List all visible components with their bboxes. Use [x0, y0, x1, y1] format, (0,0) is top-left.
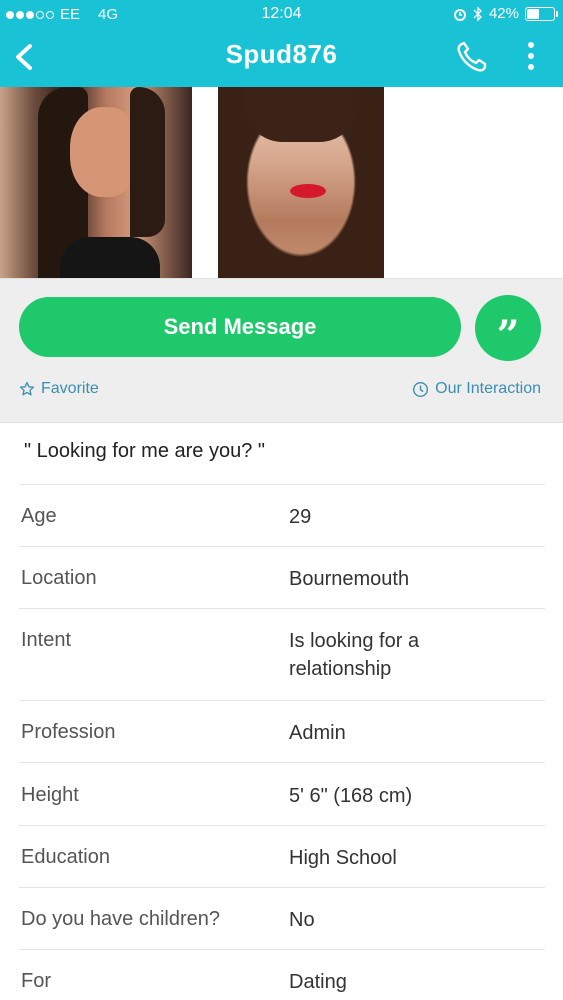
- action-panel: Send Message ” Favorite Our Interaction: [0, 279, 563, 423]
- quote-icon[interactable]: ”: [475, 295, 541, 361]
- row-value-education: High School: [289, 847, 397, 869]
- alarm-icon: [453, 8, 466, 21]
- photo-strip: [0, 87, 563, 279]
- send-message-button[interactable]: Send Message: [19, 297, 461, 357]
- row-label-intent: Intent: [21, 629, 72, 651]
- profile-headline: " Looking for me are you? ": [24, 440, 265, 462]
- row-label-location: Location: [21, 567, 97, 589]
- our-interaction-label: Our Interaction: [435, 380, 541, 397]
- divider: [19, 700, 545, 701]
- our-interaction-link[interactable]: Our Interaction: [412, 380, 541, 398]
- star-icon: [19, 381, 35, 396]
- nav-bar: Spud876: [0, 30, 563, 87]
- row-value-location: Bournemouth: [289, 568, 410, 590]
- row-value-height: 5' 6" (168 cm): [289, 785, 413, 807]
- row-value-profession: Admin: [289, 722, 346, 744]
- row-value-intent: Is looking for a relationship: [289, 630, 420, 680]
- more-vertical-icon[interactable]: [520, 40, 542, 74]
- divider: [19, 608, 545, 609]
- bluetooth-icon: [473, 5, 482, 22]
- divider: [19, 887, 545, 888]
- history-icon: [413, 381, 429, 397]
- row-value-for: Dating: [289, 971, 347, 993]
- row-label-children: Do you have children?: [21, 908, 221, 930]
- row-label-height: Height: [21, 784, 79, 806]
- row-label-age: Age: [21, 505, 57, 527]
- battery-icon: [525, 6, 558, 21]
- divider: [19, 825, 545, 826]
- row-value-children: No: [289, 909, 315, 931]
- divider: [19, 546, 545, 547]
- status-right: 42%: [453, 5, 558, 22]
- row-label-profession: Profession: [21, 721, 116, 743]
- profile-photo-2[interactable]: [218, 87, 384, 278]
- favorite-link[interactable]: Favorite: [19, 380, 99, 398]
- divider: [19, 949, 545, 950]
- row-label-education: Education: [21, 846, 110, 868]
- battery-percent: 42%: [488, 5, 519, 22]
- row-value-age: 29: [289, 506, 312, 528]
- status-bar: EE 4G 12:04 42%: [0, 0, 563, 30]
- row-label-for: For: [21, 970, 51, 992]
- phone-icon[interactable]: [454, 40, 490, 74]
- divider: [19, 484, 545, 485]
- app-header: EE 4G 12:04 42% Spud876: [0, 0, 563, 87]
- divider: [19, 762, 545, 763]
- profile-photo-1[interactable]: [0, 87, 192, 278]
- favorite-label: Favorite: [41, 380, 99, 397]
